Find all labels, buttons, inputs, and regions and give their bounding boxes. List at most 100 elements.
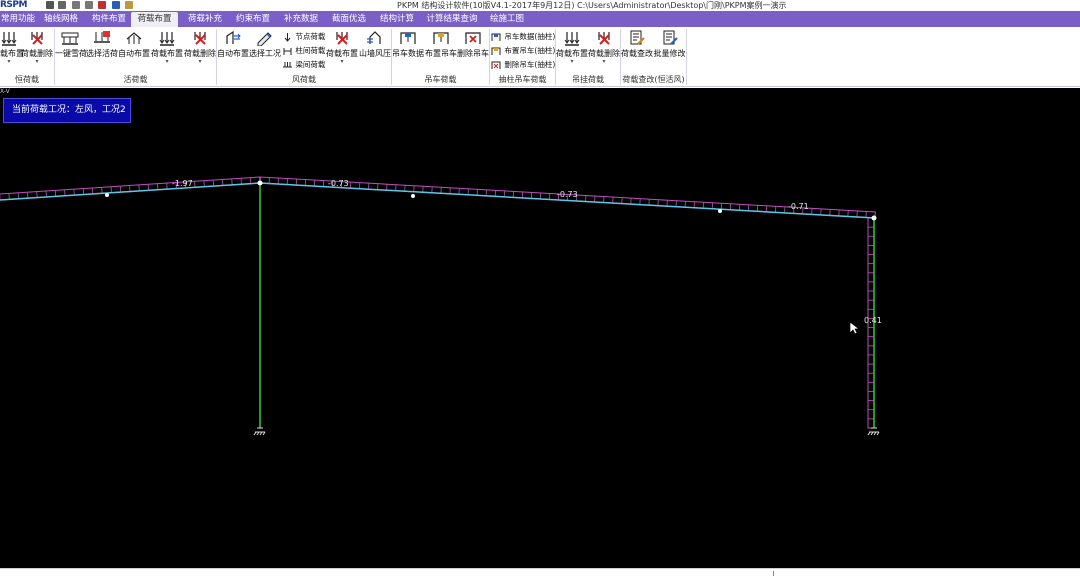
hang-load-place-button[interactable]: 荷载布置 ▾ — [556, 30, 588, 70]
modify-load-button[interactable]: 荷载查改 — [621, 30, 653, 70]
tab-result-query[interactable]: 计算结果查询 — [424, 12, 480, 27]
batch-modify-button[interactable]: 批量修改 — [653, 30, 686, 70]
load-value-label: -1.97 — [172, 179, 193, 188]
gable-wind-pressure-button[interactable]: 山墙风压 — [359, 30, 391, 70]
beam-node[interactable] — [105, 193, 109, 197]
wind-load-icon — [226, 30, 241, 44]
save-icon[interactable] — [46, 1, 54, 9]
redo-icon[interactable] — [85, 1, 93, 9]
sub-crane-delete-button[interactable]: 删除吊车(抽柱) — [491, 58, 555, 71]
video-icon[interactable] — [98, 1, 106, 9]
select-live-load-button[interactable]: 选择活荷 — [86, 30, 118, 70]
group-label-dead-load: 恒荷载 — [15, 75, 39, 84]
live-load-delete-button[interactable]: 荷载删除 ▾ — [184, 30, 216, 70]
crane-delete-button[interactable]: 删除吊车 — [457, 30, 489, 70]
crane-place-icon — [491, 47, 501, 55]
bottom-status-bar — [0, 568, 1080, 576]
support-icon — [253, 427, 266, 436]
tab-drawing[interactable]: 绘施工图 — [486, 12, 528, 27]
dead-load-delete-button[interactable]: 荷载删除 ▾ — [21, 30, 53, 70]
group-label-crane-load: 吊车荷载 — [424, 75, 457, 84]
ridge-node[interactable] — [257, 180, 263, 186]
group-label-sub-crane-load: 抽柱吊车荷载 — [498, 75, 547, 84]
load-value-label: -0.71 — [788, 202, 809, 211]
edit-document-icon — [630, 30, 645, 45]
delete-load-icon — [31, 32, 43, 45]
print-icon[interactable] — [58, 1, 66, 9]
dropdown-caret-icon: ▾ — [602, 58, 606, 65]
title-bar: RSPM PKPM 结构设计软件(10版V4.1-2017年9月12日) C:\… — [0, 0, 1080, 11]
eave-node[interactable] — [871, 215, 877, 221]
load-arrows-icon — [1, 32, 17, 46]
beam-load-icon — [283, 61, 292, 67]
ribbon-panel: 载布置 ▾ 荷载删除 ▾ 一键雪荷 选择活荷 自动布置 荷载布置 ▾ 荷载删除 … — [0, 27, 1080, 87]
wind-column-load-button[interactable]: 柱间荷载 — [283, 44, 325, 57]
ribbon-tab-bar: 常用功能 轴线网格 构件布置 荷载布置 荷载补充 约束布置 补充数据 截面优选 … — [0, 11, 1080, 27]
crane-place-button[interactable]: 布置吊车 — [425, 30, 457, 70]
load-arrows-icon — [564, 32, 580, 46]
tab-supplement-data[interactable]: 补充数据 — [280, 12, 322, 27]
wind-node-load-button[interactable]: 节点荷载 — [283, 30, 325, 43]
tab-common[interactable]: 常用功能 — [0, 12, 36, 27]
facebook-icon[interactable] — [112, 1, 120, 9]
delete-load-icon — [598, 32, 610, 45]
node-load-icon — [284, 32, 291, 42]
tab-load-layout[interactable]: 荷载布置 — [131, 12, 178, 27]
delete-load-icon — [336, 32, 348, 45]
select-case-icon — [257, 32, 272, 46]
group-label-wind-load: 风荷载 — [292, 75, 316, 84]
rafter-line[interactable] — [0, 182, 876, 219]
support-icon — [867, 427, 880, 436]
wind-load-delete-button[interactable]: 荷载布置 ▾ — [326, 30, 358, 70]
crane-data-icon — [491, 33, 501, 41]
hang-load-delete-button[interactable]: 荷载删除 ▾ — [588, 30, 620, 70]
undo-icon[interactable] — [72, 1, 80, 9]
sub-crane-data-button[interactable]: 吊车数据(抽柱) — [491, 30, 555, 43]
load-value-label: 0.41 — [864, 316, 882, 325]
tab-constraint-layout[interactable]: 约束布置 — [232, 12, 274, 27]
auto-place-live-button[interactable]: 自动布置 — [118, 30, 150, 70]
column-load-icon — [283, 47, 292, 55]
tab-member-layout[interactable]: 构件布置 — [88, 12, 130, 27]
crane-place-icon — [433, 32, 449, 44]
crane-data-button[interactable]: 吊车数据 — [392, 30, 424, 70]
dropdown-caret-icon: ▾ — [198, 58, 202, 65]
tab-load-supplement[interactable]: 荷载补充 — [184, 12, 226, 27]
dead-load-place-button[interactable]: 载布置 ▾ — [0, 30, 24, 70]
live-load-place-button[interactable]: 荷载布置 ▾ — [151, 30, 183, 70]
batch-edit-icon — [663, 30, 678, 45]
window-title: PKPM 结构设计软件(10版V4.1-2017年9月12日) C:\Users… — [397, 1, 787, 10]
gable-wind-icon — [367, 31, 381, 44]
group-label-hang-load: 吊挂荷载 — [572, 75, 604, 84]
wind-load-hatch — [0, 176, 876, 429]
wind-beam-load-button[interactable]: 梁间荷载 — [283, 58, 325, 71]
dropdown-caret-icon: ▾ — [340, 58, 344, 65]
crane-data-icon — [400, 32, 416, 44]
mouse-cursor-icon — [849, 321, 859, 335]
tool-icon[interactable] — [125, 1, 133, 9]
crane-delete-icon — [465, 32, 481, 44]
dropdown-caret-icon: ▾ — [570, 58, 574, 65]
load-value-label: -0.73 — [557, 190, 578, 199]
tab-section-optimize[interactable]: 截面优选 — [328, 12, 370, 27]
load-arrows-icon — [159, 32, 175, 46]
model-viewport[interactable]: X-V 当前荷载工况：左风，工况2 -1.97 -0.73 -0.73 -0.7… — [0, 88, 1080, 568]
snow-load-icon — [61, 32, 79, 45]
auto-place-icon — [126, 32, 142, 44]
wind-select-case-button[interactable]: 选择工况 — [249, 30, 281, 70]
tab-structure-calc[interactable]: 结构计算 — [376, 12, 418, 27]
beam-node[interactable] — [411, 194, 415, 198]
dropdown-caret-icon: ▾ — [35, 58, 39, 65]
load-value-label: -0.73 — [328, 179, 349, 188]
delete-load-icon — [194, 32, 206, 45]
status-divider — [773, 571, 774, 576]
crane-delete-icon — [491, 61, 501, 69]
tab-axis-grid[interactable]: 轴线网格 — [40, 12, 82, 27]
one-key-snow-button[interactable]: 一键雪荷 — [55, 30, 87, 70]
wind-auto-place-button[interactable]: 自动布置 — [217, 30, 249, 70]
sub-crane-place-button[interactable]: 布置吊车(抽柱) — [491, 44, 555, 57]
group-separator — [686, 29, 687, 85]
select-load-icon — [93, 31, 110, 43]
frame-model[interactable]: -1.97 -0.73 -0.73 -0.71 0.41 — [0, 88, 1080, 568]
beam-node[interactable] — [718, 209, 722, 213]
